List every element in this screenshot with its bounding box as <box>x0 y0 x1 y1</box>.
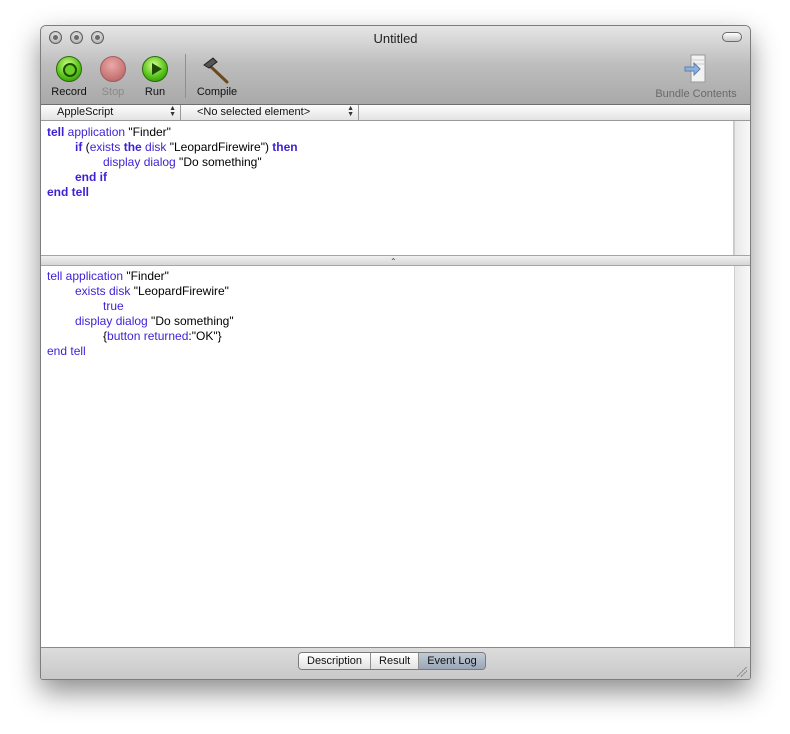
bottom-tab-control: Description Result Event Log <box>298 652 486 670</box>
language-popup[interactable]: AppleScript ▲ ▼ <box>41 105 181 120</box>
tab-event-log[interactable]: Event Log <box>419 653 485 669</box>
script-editor-window: Untitled Record Stop Run Compile Bundle … <box>40 25 751 680</box>
toolbar-toggle-button[interactable] <box>722 32 742 42</box>
log-line: display dialog "Do something" <box>75 314 234 328</box>
run-icon <box>142 56 168 82</box>
log-line: end tell <box>47 344 86 358</box>
navigation-bar: AppleScript ▲ ▼ <No selected element> ▲ ▼ <box>41 105 750 121</box>
window-title: Untitled <box>373 31 418 46</box>
bundle-contents-label: Bundle Contents <box>655 88 737 100</box>
toolbar-separator <box>185 54 186 98</box>
record-label: Record <box>51 86 87 98</box>
run-label: Run <box>144 86 166 98</box>
compile-button[interactable]: Compile <box>192 56 242 98</box>
splitter-handle-icon: ⌃ <box>390 257 397 266</box>
element-popup[interactable]: <No selected element> ▲ ▼ <box>181 105 359 120</box>
log-scrollbar[interactable] <box>734 266 750 647</box>
tab-description[interactable]: Description <box>299 653 372 669</box>
pane-splitter[interactable]: ⌃ <box>41 255 750 266</box>
tab-result[interactable]: Result <box>371 653 420 669</box>
record-icon <box>56 56 82 82</box>
script-line: if (exists the disk "LeopardFirewire") t… <box>75 140 298 154</box>
log-line: true <box>103 299 124 313</box>
element-value: <No selected element> <box>197 106 311 118</box>
log-line: tell application "Finder" <box>47 269 169 283</box>
resize-grip-icon[interactable] <box>737 667 747 677</box>
script-line: end tell <box>47 185 90 199</box>
event-log-text: tell application "Finder" exists disk "Le… <box>41 266 734 647</box>
bundle-contents-button[interactable]: Bundle Contents <box>650 54 742 100</box>
script-editor-text[interactable]: tell application "Finder" if (exists the … <box>41 121 734 255</box>
script-line: end if <box>75 170 107 184</box>
language-value: AppleScript <box>57 106 114 118</box>
stop-icon <box>100 56 126 82</box>
popup-arrows-icon: ▲ ▼ <box>169 105 176 118</box>
hammer-icon <box>203 57 229 84</box>
compile-label: Compile <box>196 86 238 98</box>
bundle-contents-icon <box>684 54 706 83</box>
script-line: tell application "Finder" <box>47 125 171 139</box>
record-button[interactable]: Record <box>44 56 94 98</box>
log-line: {button returned:"OK"} <box>103 329 222 343</box>
bottom-bar: Description Result Event Log <box>41 647 750 679</box>
log-line: exists disk "LeopardFirewire" <box>75 284 229 298</box>
editor-scrollbar[interactable] <box>734 121 750 255</box>
title-toolbar: Untitled Record Stop Run Compile Bundle … <box>41 26 750 105</box>
script-line: display dialog "Do something" <box>103 155 262 169</box>
popup-arrows-icon: ▲ ▼ <box>347 105 354 118</box>
run-button[interactable]: Run <box>130 56 180 98</box>
